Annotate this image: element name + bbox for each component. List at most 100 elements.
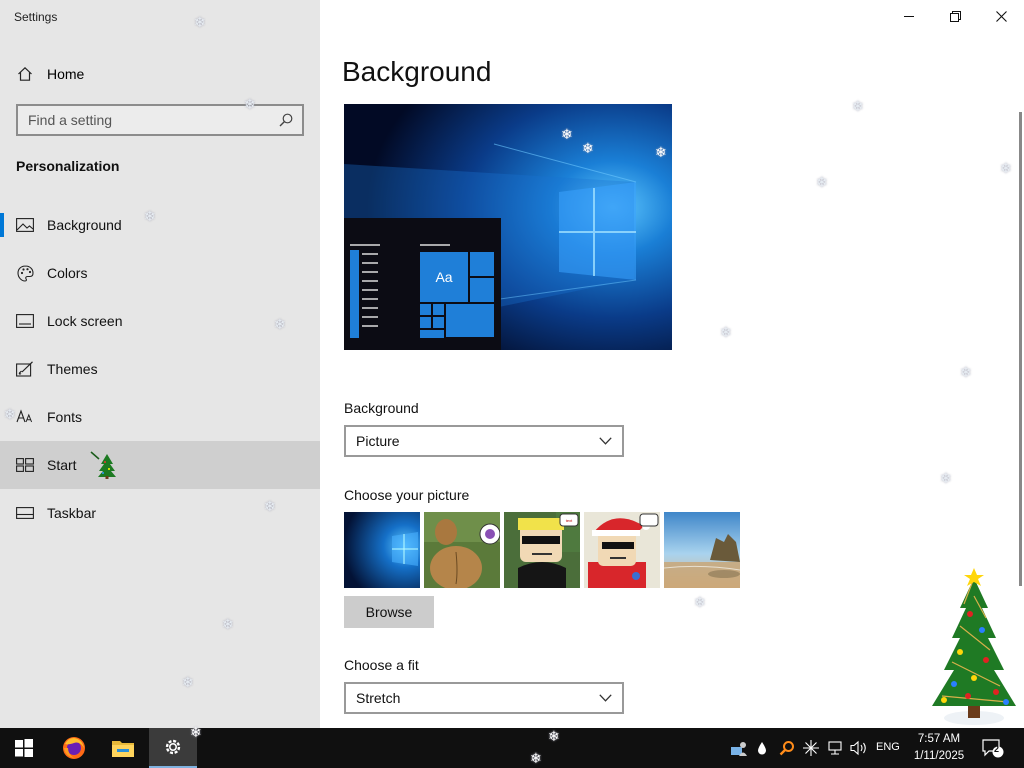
taskbar-clock[interactable]: 7:57 AM 1/11/2025 (900, 731, 978, 765)
tray-drop-icon[interactable] (752, 728, 772, 768)
snowflake-icon: ❄ (561, 126, 573, 142)
font-icon (16, 408, 34, 426)
thumbnail-beach-landscape[interactable] (664, 512, 740, 588)
snowflake-icon: ❄ (582, 140, 594, 156)
thumbnail-windows-hero[interactable] (344, 512, 420, 588)
picture-thumbnails: text (344, 512, 740, 588)
choose-fit-label: Choose a fit (344, 657, 419, 673)
settings-gear-icon (165, 739, 181, 755)
background-type-value: Picture (356, 433, 400, 449)
sidebar-item-fonts[interactable]: Fonts (0, 393, 320, 441)
close-icon (995, 10, 1007, 22)
sidebar-item-start[interactable]: Start (0, 441, 320, 489)
brush-icon (16, 360, 34, 378)
comic-bubble-text: text (566, 518, 573, 523)
preview-sample-text: Aa (435, 269, 452, 285)
home-link[interactable]: Home (16, 63, 84, 85)
app-title: Settings (14, 10, 58, 24)
snowflake-icon: ❄ (194, 14, 206, 30)
snowflake-icon: ❄ (960, 364, 972, 380)
notification-icon (982, 739, 1004, 758)
browse-button[interactable]: Browse (344, 596, 434, 628)
start-button[interactable] (0, 728, 48, 768)
snowflake-icon: ❄ (182, 674, 194, 690)
settings-sidebar: Settings Home Personalization Background… (0, 0, 320, 728)
sidebar-item-label: Taskbar (47, 505, 97, 521)
sidebar-item-label: Themes (47, 361, 98, 377)
snowflake-icon: ❄ (655, 144, 667, 160)
palette-icon (16, 264, 34, 282)
tray-sparkle[interactable] (800, 728, 822, 768)
vertical-scrollbar[interactable] (1019, 112, 1022, 586)
snowflake-icon: ❄ (720, 324, 732, 340)
sparkle-icon (803, 740, 819, 756)
clock-time: 7:57 AM (917, 733, 961, 745)
clock-date: 1/11/2025 (913, 750, 965, 762)
thumbnail-cartoon-animal[interactable] (424, 512, 500, 588)
speaker-icon (850, 740, 866, 756)
desktop-preview: Aa (344, 104, 672, 350)
restore-icon (949, 10, 961, 22)
snowflake-icon: ❄ (190, 724, 202, 740)
snowflake-icon: ❄ (940, 470, 952, 486)
snowflake-icon: ❄ (548, 728, 560, 744)
language-indicator[interactable]: ENG (876, 741, 900, 753)
choose-picture-label: Choose your picture (344, 487, 470, 503)
network-icon (828, 741, 842, 755)
sidebar-item-label: Lock screen (47, 313, 123, 329)
tray-search-tool[interactable] (776, 728, 798, 768)
search-box[interactable] (16, 104, 304, 136)
snowflake-icon: ❄ (852, 98, 864, 114)
start-grid-icon (16, 456, 34, 474)
sidebar-item-label: Start (47, 457, 77, 473)
sidebar-item-colors[interactable]: Colors (0, 249, 320, 297)
sidebar-item-label: Fonts (47, 409, 83, 425)
sidebar-item-lock-screen[interactable]: Lock screen (0, 297, 320, 345)
chevron-down-icon (599, 694, 612, 702)
picture-icon (16, 216, 34, 234)
taskbar: ENG 7:57 AM 1/11/2025 2 ❄ ❄ ❄ (0, 724, 1024, 768)
christmas-tree-decoration (924, 566, 1024, 728)
windows-start-icon (15, 739, 33, 757)
person-computer-icon (731, 742, 747, 756)
tray-app-icon[interactable] (728, 728, 750, 768)
magnifier-icon (779, 741, 794, 756)
search-icon[interactable] (278, 112, 294, 128)
notification-center-button[interactable]: 2 (980, 728, 1006, 768)
sidebar-nav: Background Colors Lock screen Themes Fon… (0, 201, 320, 537)
tray-volume[interactable] (848, 728, 870, 768)
snowflake-icon: ❄ (244, 96, 256, 112)
minimize-icon (904, 16, 914, 17)
close-button[interactable] (978, 0, 1024, 32)
snowflake-icon: ❄ (4, 406, 16, 422)
search-input[interactable] (28, 112, 278, 128)
snowflake-icon: ❄ (264, 498, 276, 514)
snowflake-icon: ❄ (274, 316, 286, 332)
fit-value: Stretch (356, 690, 401, 706)
taskbar-file-explorer[interactable] (99, 728, 147, 768)
fit-dropdown[interactable]: Stretch (344, 682, 624, 714)
section-title: Personalization (16, 158, 120, 174)
window-caption-buttons (886, 0, 1024, 32)
snowflake-icon: ❄ (530, 750, 542, 766)
minimize-button[interactable] (886, 0, 932, 32)
tray-network[interactable] (824, 728, 846, 768)
thumbnail-comic-character[interactable]: text (504, 512, 580, 588)
background-type-label: Background (344, 400, 419, 416)
sidebar-item-label: Colors (47, 265, 88, 281)
notification-count-badge: 2 (994, 744, 1000, 754)
sidebar-item-themes[interactable]: Themes (0, 345, 320, 393)
taskbar-firefox[interactable] (50, 728, 98, 768)
christmas-tree-cursor-icon (89, 450, 119, 480)
snowflake-icon: ❄ (1000, 160, 1012, 176)
lock-screen-icon (16, 312, 34, 330)
home-icon (16, 65, 34, 83)
background-type-dropdown[interactable]: Picture (344, 425, 624, 457)
thumbnail-santa-character[interactable] (584, 512, 660, 588)
page-title: Background (342, 56, 492, 87)
snowflake-icon: ❄ (144, 208, 156, 224)
sidebar-item-background[interactable]: Background (0, 201, 320, 249)
snowflake-icon: ❄ (816, 174, 828, 190)
restore-button[interactable] (932, 0, 978, 32)
chevron-down-icon (599, 437, 612, 445)
